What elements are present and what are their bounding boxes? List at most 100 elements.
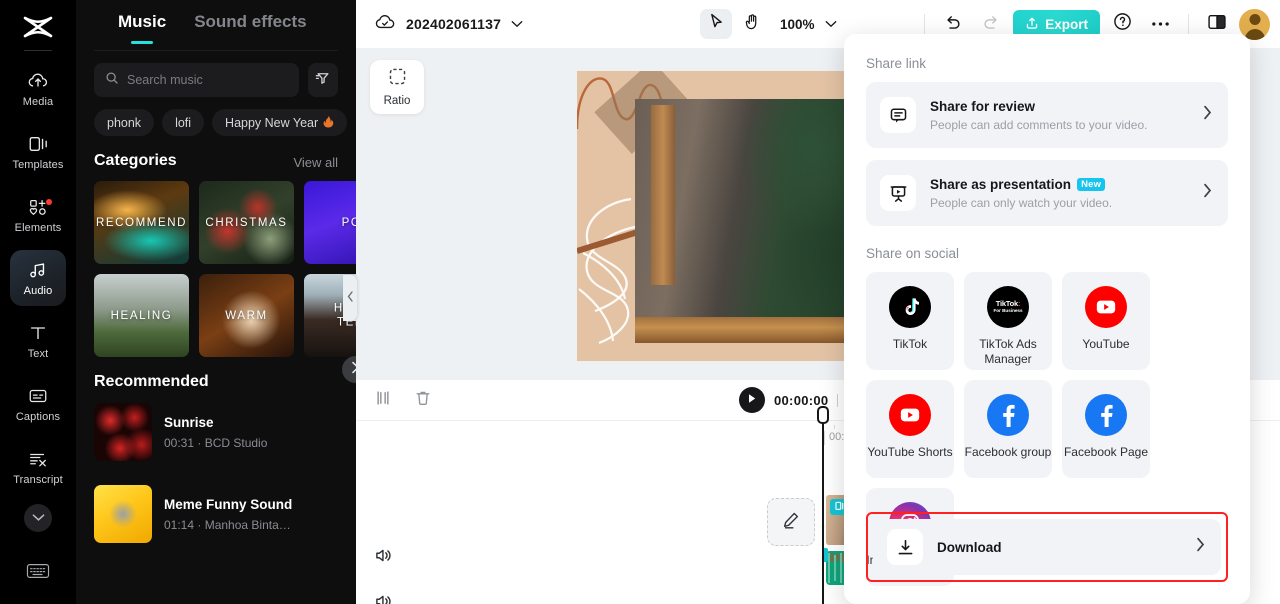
download-button[interactable]: Download <box>873 519 1221 575</box>
chip-happy-new-year[interactable]: Happy New Year <box>212 109 348 136</box>
preview-ledge <box>635 317 867 343</box>
playhead-handle[interactable] <box>817 406 829 424</box>
cloud-saved-icon <box>374 13 396 36</box>
social-tiktok[interactable]: TikTok <box>866 272 954 370</box>
recommended-title: Recommended <box>94 373 209 390</box>
category-card[interactable]: WARM <box>199 274 294 357</box>
categories-title: Categories <box>94 152 177 169</box>
more-horizontal-icon <box>1151 15 1170 33</box>
social-facebook-group[interactable]: Facebook group <box>964 380 1052 478</box>
share-as-presentation-row[interactable]: Share as presentation New People can onl… <box>866 160 1228 226</box>
share-row-title: Share for review <box>930 99 1203 114</box>
search-input[interactable] <box>127 73 288 87</box>
social-label: Facebook group <box>964 445 1052 459</box>
undo-icon <box>944 14 962 35</box>
chevron-right-icon <box>351 361 356 379</box>
toolbar-center: 100% <box>700 0 837 48</box>
tiktok-ads-manager-icon: TikTok: For Business <box>987 286 1029 328</box>
social-youtube[interactable]: YouTube <box>1062 272 1150 370</box>
delete-button[interactable] <box>414 389 432 412</box>
share-row-subtitle: People can only watch your video. <box>930 195 1113 210</box>
sidebar-item-text[interactable]: Text <box>10 313 66 369</box>
share-popover: Share link Share for review People can a… <box>844 34 1250 604</box>
track-subtitle: 01:14 · Manhoa Binta… <box>164 517 291 532</box>
category-column: PO HIGH TEM <box>304 181 356 357</box>
category-label: WARM <box>225 309 268 322</box>
track-name: Sunrise <box>164 415 214 431</box>
sidebar-item-label: Media <box>22 96 54 108</box>
category-card[interactable]: PO <box>304 181 356 264</box>
speaker-icon <box>374 595 393 604</box>
social-label: TikTok Ads Manager <box>979 337 1037 366</box>
sidebar-item-media[interactable]: Media <box>10 61 66 117</box>
category-label: PO <box>341 216 356 229</box>
tiktok-icon <box>889 286 931 328</box>
split-clip-button[interactable] <box>374 389 392 412</box>
export-label: Export <box>1045 16 1088 32</box>
panel-collapse-handle[interactable] <box>343 275 357 321</box>
rail-collapse-button[interactable] <box>24 504 52 532</box>
view-all-link[interactable]: View all <box>293 155 338 170</box>
youtube-icon <box>1085 286 1127 328</box>
social-facebook-page[interactable]: Facebook Page <box>1062 380 1150 478</box>
chip-label: lofi <box>175 115 192 130</box>
track-volume-button[interactable] <box>374 593 393 604</box>
search-icon <box>105 71 119 90</box>
chip-lofi[interactable]: lofi <box>162 109 205 136</box>
sidebar-item-transcript[interactable]: Transcript <box>10 439 66 495</box>
video-preview[interactable] <box>577 71 867 361</box>
status-badge: New <box>1077 177 1106 191</box>
social-youtube-shorts[interactable]: YouTube Shorts <box>866 380 954 478</box>
list-item[interactable]: Sunrise 00:31 · BCD Studio <box>76 391 356 473</box>
chevron-left-icon <box>347 289 354 307</box>
share-social-section-title: Share on social <box>866 246 960 261</box>
playhead[interactable] <box>817 406 829 604</box>
search-row <box>76 51 356 97</box>
sidebar-item-templates[interactable]: Templates <box>10 124 66 180</box>
tab-sound-effects[interactable]: Sound effects <box>194 12 306 34</box>
sidebar-item-elements[interactable]: Elements <box>10 187 66 243</box>
templates-icon <box>27 133 49 155</box>
category-card[interactable]: CHRISTMAS <box>199 181 294 264</box>
split-clip-icon <box>374 389 392 412</box>
play-button[interactable] <box>739 387 765 413</box>
chevron-right-icon <box>1203 105 1212 125</box>
filter-icon <box>315 70 331 91</box>
list-item[interactable]: Meme Funny Sound 01:14 · Manhoa Binta… <box>76 473 356 555</box>
category-column: RECOMMEND HEALING <box>94 181 189 357</box>
sidebar-item-audio[interactable]: Audio <box>10 250 66 306</box>
filter-button[interactable] <box>308 63 338 97</box>
transcript-icon <box>27 448 49 470</box>
ratio-button[interactable]: Ratio <box>370 60 424 114</box>
select-tool-button[interactable] <box>700 9 732 39</box>
category-card[interactable]: HEALING <box>94 274 189 357</box>
sidebar-item-label: Captions <box>15 411 61 423</box>
categories-header: Categories View all <box>76 136 356 170</box>
track-meta: Meme Funny Sound 01:14 · Manhoa Binta… <box>164 496 292 532</box>
help-circle-icon <box>1113 12 1132 36</box>
social-tiktok-ads-manager[interactable]: TikTok: For Business TikTok Ads Manager <box>964 272 1052 370</box>
chip-phonk[interactable]: phonk <box>94 109 155 136</box>
chevron-down-icon[interactable] <box>511 15 523 33</box>
track-subtitle: 00:31 · BCD Studio <box>164 435 268 450</box>
social-label: Facebook Page <box>1063 445 1149 459</box>
search-box[interactable] <box>94 63 299 97</box>
flame-icon <box>323 115 334 131</box>
share-row-texts: Share as presentation New People can onl… <box>930 177 1203 210</box>
sidebar-item-captions[interactable]: Captions <box>10 376 66 432</box>
cloud-upload-icon <box>27 70 49 92</box>
category-card[interactable]: RECOMMEND <box>94 181 189 264</box>
sidebar-item-label: Elements <box>14 222 62 234</box>
hand-tool-button[interactable] <box>736 9 768 39</box>
tab-music[interactable]: Music <box>118 12 166 34</box>
zoom-dropdown-icon[interactable] <box>825 15 837 33</box>
keyboard-shortcuts-button[interactable] <box>26 562 50 585</box>
category-column: CHRISTMAS WARM <box>199 181 294 357</box>
track-volume-button[interactable] <box>374 547 393 569</box>
download-label: Download <box>937 539 1002 555</box>
download-highlight-box: Download <box>866 512 1228 582</box>
panel-tab-bar: Music Sound effects <box>76 0 356 46</box>
edit-clip-button[interactable] <box>767 498 815 546</box>
social-label: YouTube Shorts <box>867 445 953 459</box>
share-for-review-row[interactable]: Share for review People can add comments… <box>866 82 1228 148</box>
